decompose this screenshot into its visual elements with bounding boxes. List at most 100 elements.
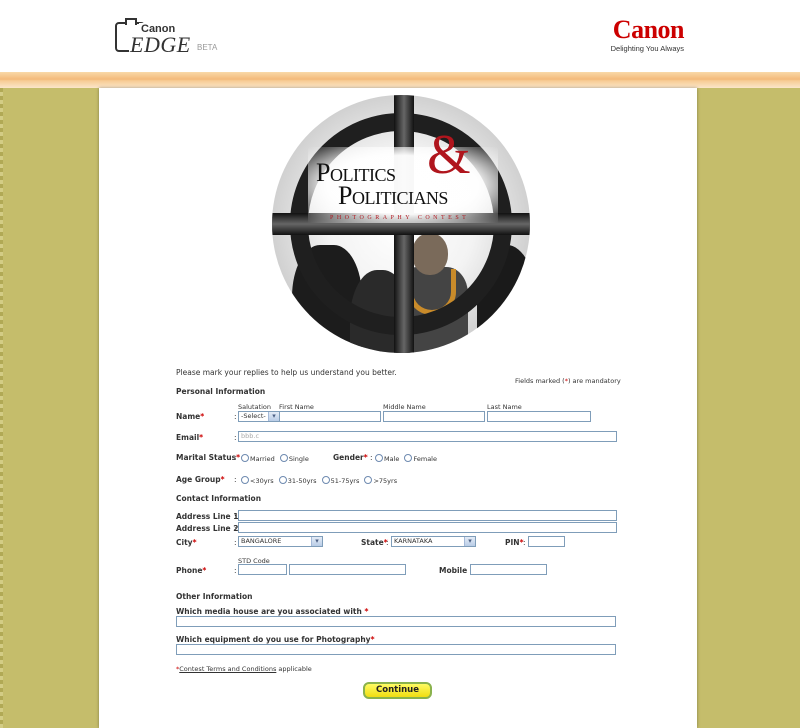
mandatory-note-text: ) are mandatory [567,377,621,385]
radio-button[interactable] [278,476,287,484]
phone-label: Phone* [176,566,206,575]
gender-label-text: Gender [333,453,364,462]
colon: : [234,433,237,442]
city-label: City* [176,538,197,547]
mandatory-note: Fields marked (*) are mandatory [515,377,621,385]
last-name-input[interactable] [487,411,591,422]
banner-title-line2: Politicians [338,181,448,210]
age-51-75-option[interactable]: 51-75yrs [321,476,360,485]
banner-subtitle: PHOTOGRAPHY CONTEST [330,215,470,221]
terms-link[interactable]: Contest Terms and Conditions [179,665,276,673]
radio-button[interactable] [241,476,249,484]
salutation-select[interactable]: -Select- ▾ [238,411,280,422]
banner-ampersand: & [427,124,471,186]
phone-label-text: Phone [176,566,203,575]
colon: : [234,538,237,547]
media-house-input[interactable] [176,616,616,627]
radio-button[interactable] [375,454,383,462]
address-line1-label-text: Address Line 1 [176,512,239,521]
colon: : [386,538,389,547]
option-label: Single [288,455,309,463]
option-label: Female [413,455,437,463]
canon-logo[interactable]: Canon [613,15,685,45]
canon-tagline: Delighting You Always [610,44,684,53]
address-line1-input[interactable] [238,510,617,521]
equipment-label: Which equipment do you use for Photograp… [176,635,375,644]
first-name-header: First Name [279,403,314,411]
section-other-information: Other Information [176,592,253,601]
age-group-label: Age Group* [176,475,225,484]
pin-label: PIN* [505,538,524,547]
age-group-options: <30yrs 31-50yrs 51-75yrs >75yrs [241,476,400,485]
marital-single-option[interactable]: Single [279,454,309,463]
age-over-75-option[interactable]: >75yrs [364,476,398,485]
state-select[interactable]: KARNATAKA ▾ [391,536,476,547]
contest-banner-image: Politics & Politicians PHOTOGRAPHY CONTE… [272,95,530,353]
required-asterisk: * [220,475,225,484]
required-asterisk: * [202,566,207,575]
mobile-input[interactable] [470,564,547,575]
header-divider-band [0,72,800,88]
edge-logo-word: EDGE [129,32,192,58]
gender-male-option[interactable]: Male [375,454,400,463]
marital-status-options: Married Single [241,454,312,463]
last-name-header: Last Name [487,403,522,411]
salutation-header: Salutation [238,403,272,411]
email-input[interactable]: bbb.c [238,431,617,442]
site-header: Canon EDGE BETA Canon Delighting You Alw… [0,0,800,72]
radio-button[interactable] [364,476,373,484]
beta-badge: BETA [197,43,218,52]
option-label: >75yrs [373,477,398,485]
option-label: 51-75yrs [330,477,360,485]
terms-suffix: applicable [276,665,312,673]
colon: : [234,566,237,575]
radio-button[interactable] [241,454,249,462]
canon-edge-logo[interactable]: Canon EDGE BETA [115,18,225,58]
city-select[interactable]: BANGALORE ▾ [238,536,323,547]
option-label: Male [384,455,400,463]
pin-input[interactable] [528,536,565,547]
section-contact-information: Contact Information [176,494,262,503]
required-asterisk: * [236,453,240,462]
chevron-down-icon: ▾ [464,537,475,546]
continue-button[interactable]: Continue [363,682,432,699]
marital-status-label-text: Marital Status [176,453,237,462]
required-asterisk: * [370,635,375,644]
salutation-value: -Select- [241,412,266,420]
address-line2-input[interactable] [238,522,617,533]
state-label: State* [361,538,388,547]
marital-status-label: Marital Status* [176,453,240,462]
city-label-text: City [176,538,193,547]
page-edge-decoration [0,88,3,728]
marital-married-option[interactable]: Married [241,454,275,463]
state-value: KARNATAKA [394,537,433,545]
first-name-input[interactable] [279,411,381,422]
required-asterisk: * [192,538,197,547]
std-code-input[interactable] [238,564,287,575]
equipment-input[interactable] [176,644,616,655]
middle-name-input[interactable] [383,411,485,422]
age-group-label-text: Age Group [176,475,221,484]
option-label: Married [250,455,275,463]
mandatory-note-text: Fields marked ( [515,377,565,385]
media-house-label: Which media house are you associated wit… [176,607,368,616]
required-asterisk: * [199,433,204,442]
colon: : [234,524,237,533]
age-under-30-option[interactable]: <30yrs [241,476,274,485]
age-31-50-option[interactable]: 31-50yrs [278,476,317,485]
radio-button[interactable] [279,454,288,462]
option-label: 31-50yrs [287,477,317,485]
required-asterisk: * [364,607,369,616]
gender-label: Gender* [333,453,368,462]
media-house-label-text: Which media house are you associated wit… [176,607,362,616]
phone-number-input[interactable] [289,564,406,575]
email-label-text: Email [176,433,200,442]
colon: : [370,453,373,462]
gender-female-option[interactable]: Female [404,454,437,463]
required-asterisk: * [363,453,368,462]
pin-label-text: PIN [505,538,520,547]
radio-button[interactable] [321,476,330,484]
chevron-down-icon: ▾ [311,537,322,546]
required-asterisk: * [200,412,205,421]
radio-button[interactable] [404,454,413,462]
